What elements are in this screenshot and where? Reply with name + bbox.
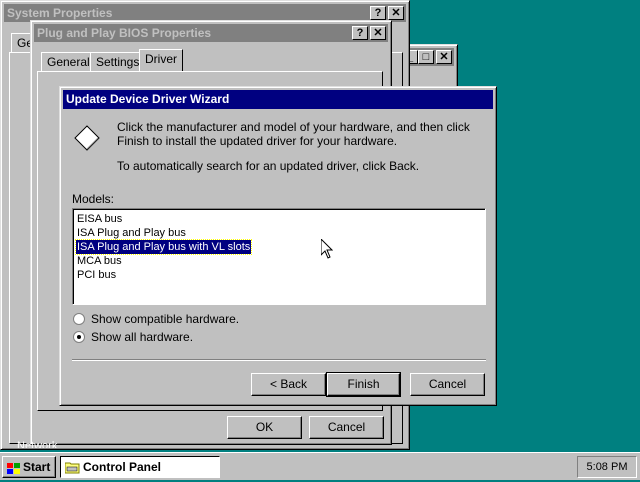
ok-button[interactable]: OK: [227, 416, 302, 439]
task-label: Control Panel: [83, 460, 162, 474]
taskbar: Start Control Panel 5:08 PM: [0, 452, 640, 480]
radio-selected-dot: [77, 335, 81, 339]
tab-driver[interactable]: Driver: [139, 49, 183, 72]
wizard-instruction: Click the manufacturer and model of your…: [117, 120, 470, 148]
tab-general[interactable]: General: [41, 52, 96, 72]
start-button[interactable]: Start: [2, 456, 56, 478]
list-item-model[interactable]: ISA Plug and Play bus: [76, 226, 187, 240]
tab-settings[interactable]: Settings: [90, 52, 146, 72]
list-item-model[interactable]: PCI bus: [76, 268, 117, 282]
wizard-titlebar: Update Device Driver Wizard: [63, 90, 493, 109]
radio-show-compatible[interactable]: [73, 313, 85, 325]
models-label: Models:: [72, 192, 115, 206]
list-item-model-selected[interactable]: ISA Plug and Play bus with VL slots: [74, 239, 253, 255]
wizard-auto-search-hint: To automatically search for an updated d…: [117, 159, 420, 173]
mouse-cursor-icon: [320, 237, 334, 259]
folder-icon: [64, 460, 80, 474]
radio-show-all[interactable]: [73, 331, 85, 343]
window-title: Plug and Play BIOS Properties: [37, 26, 212, 40]
wizard-separator: [72, 359, 486, 361]
cancel-button[interactable]: Cancel: [410, 373, 485, 396]
task-control-panel[interactable]: Control Panel: [60, 456, 220, 478]
finish-button[interactable]: Finish: [326, 372, 401, 397]
list-item-model[interactable]: MCA bus: [76, 254, 123, 268]
list-item-model[interactable]: EISA bus: [76, 212, 123, 226]
back-button[interactable]: < Back: [251, 373, 326, 396]
maximize-button[interactable]: □: [418, 50, 434, 64]
system-tray: 5:08 PM: [577, 456, 637, 478]
windows-logo-icon: [7, 461, 21, 474]
cancel-button[interactable]: Cancel: [309, 416, 384, 439]
desktop-icon-label[interactable]: Network: [17, 440, 57, 448]
window-title: Update Device Driver Wizard: [66, 92, 230, 106]
start-label: Start: [23, 460, 51, 474]
bios-properties-titlebar: Plug and Play BIOS Properties ? ✕: [34, 24, 388, 42]
close-button[interactable]: ✕: [370, 26, 386, 40]
help-button[interactable]: ?: [352, 26, 368, 40]
help-button[interactable]: ?: [370, 6, 386, 20]
close-button[interactable]: ✕: [388, 6, 404, 20]
update-driver-wizard: Update Device Driver Wizard Click the ma…: [59, 86, 497, 406]
models-listbox[interactable]: EISA bus ISA Plug and Play bus ISA Plug …: [72, 208, 486, 305]
window-title: System Properties: [7, 6, 113, 20]
radio-show-all-label[interactable]: Show all hardware.: [91, 330, 193, 344]
clock: 5:08 PM: [586, 461, 628, 473]
radio-show-compatible-label[interactable]: Show compatible hardware.: [91, 312, 239, 326]
wizard-diamond-icon: [74, 125, 100, 151]
close-button[interactable]: ✕: [436, 50, 452, 64]
